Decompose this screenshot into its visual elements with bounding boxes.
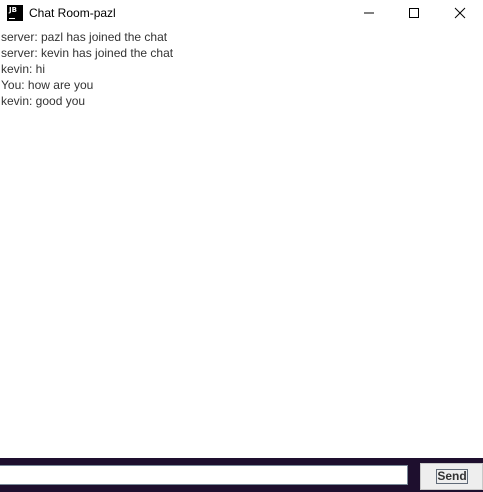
maximize-icon (409, 8, 419, 18)
chat-message: You: how are you (1, 78, 94, 92)
title-bar[interactable]: JB Chat Room-pazl (0, 0, 483, 26)
chat-message: kevin: hi (1, 62, 46, 76)
send-button[interactable]: Send (420, 463, 483, 490)
close-icon (454, 7, 466, 19)
maximize-button[interactable] (391, 0, 437, 26)
app-icon-text: JB (9, 6, 17, 14)
send-button-label: Send (436, 469, 468, 484)
minimize-icon (364, 12, 374, 14)
chat-message: kevin: good you (1, 94, 86, 108)
close-button[interactable] (437, 0, 483, 26)
window-title: Chat Room-pazl (29, 6, 116, 20)
jb-app-icon: JB (7, 5, 23, 21)
chat-window: JB Chat Room-pazl server: pazl has joine… (0, 0, 483, 492)
message-area[interactable]: server: pazl has joined the chat server:… (0, 29, 483, 457)
chat-message: server: kevin has joined the chat (1, 46, 174, 60)
message-input[interactable] (0, 465, 408, 485)
chat-message: server: pazl has joined the chat (1, 30, 168, 44)
minimize-button[interactable] (346, 0, 392, 26)
